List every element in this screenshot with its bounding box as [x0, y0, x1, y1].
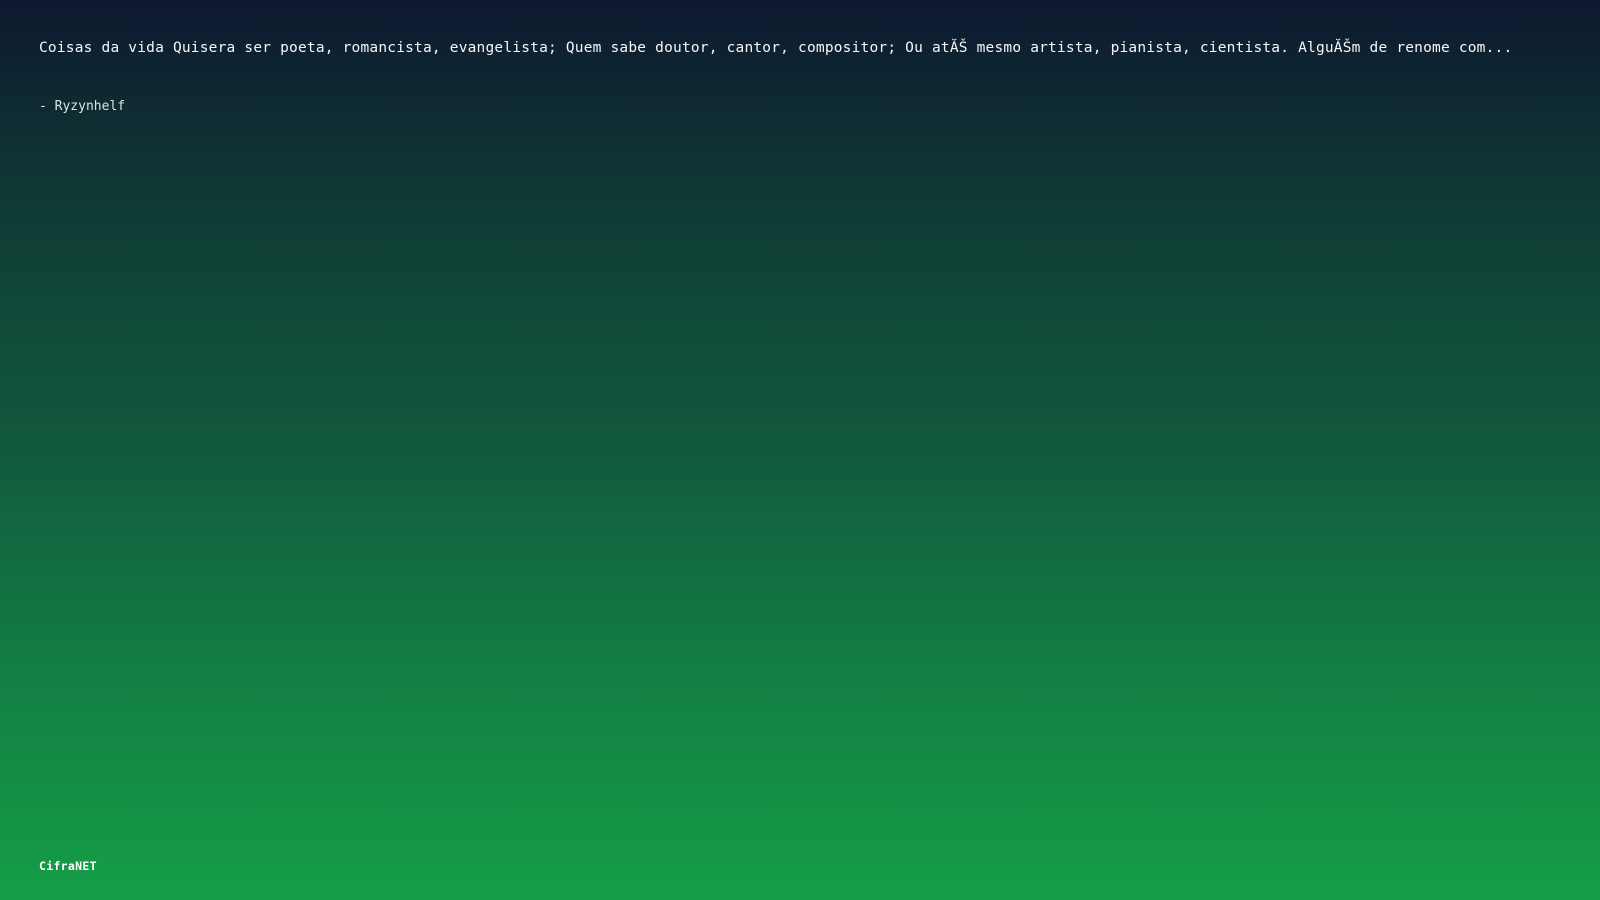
quote-card: Coisas da vida Quisera ser poeta, romanc…	[39, 38, 1569, 116]
quote-author: - Ryzynhelf	[39, 99, 126, 114]
quote-text: Coisas da vida Quisera ser poeta, romanc…	[39, 40, 1513, 56]
brand-label: CifraNET	[39, 859, 97, 873]
